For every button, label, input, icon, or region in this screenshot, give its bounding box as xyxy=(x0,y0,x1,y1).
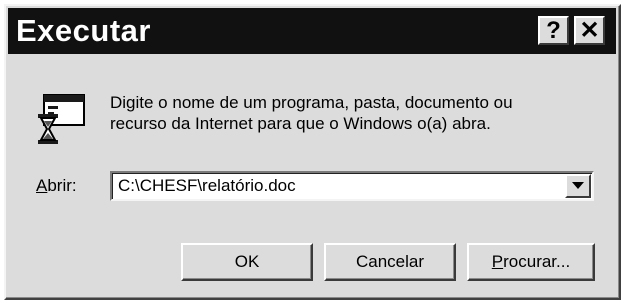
cancel-button-label: Cancelar xyxy=(355,252,425,271)
open-input[interactable]: C:\CHESF\relatório.doc xyxy=(118,176,296,196)
open-label: Abrir: xyxy=(36,176,77,196)
ok-button-label: OK xyxy=(234,252,260,271)
help-button[interactable]: ? xyxy=(538,16,569,45)
title-bar[interactable]: Executar ? ✕ xyxy=(8,8,616,54)
description-line-1: Digite o nome de um programa, pasta, doc… xyxy=(110,93,513,112)
open-combobox[interactable]: C:\CHESF\relatório.doc xyxy=(110,171,594,201)
run-program-icon xyxy=(38,94,85,144)
close-icon: ✕ xyxy=(579,16,600,44)
cancel-button[interactable]: Cancelar xyxy=(324,243,456,281)
open-label-text: brir: xyxy=(47,176,77,195)
open-label-mnemonic: A xyxy=(36,176,48,195)
help-icon: ? xyxy=(546,16,561,44)
run-dialog: Executar ? ✕ Digite o nome de um program… xyxy=(4,4,621,300)
dropdown-button[interactable] xyxy=(565,174,591,198)
browse-label-text: rocurar... xyxy=(503,252,571,271)
chevron-down-icon xyxy=(572,182,584,189)
description: Digite o nome de um programa, pasta, doc… xyxy=(110,92,513,134)
browse-button-label: Procurar... xyxy=(492,252,570,272)
close-button[interactable]: ✕ xyxy=(574,16,605,45)
ok-button[interactable]: OK xyxy=(181,243,313,281)
browse-button[interactable]: Procurar... xyxy=(467,243,595,281)
window-title: Executar xyxy=(16,13,151,48)
description-line-2: recurso da Internet para que o Windows o… xyxy=(110,114,491,133)
browse-mnemonic: P xyxy=(491,252,504,271)
